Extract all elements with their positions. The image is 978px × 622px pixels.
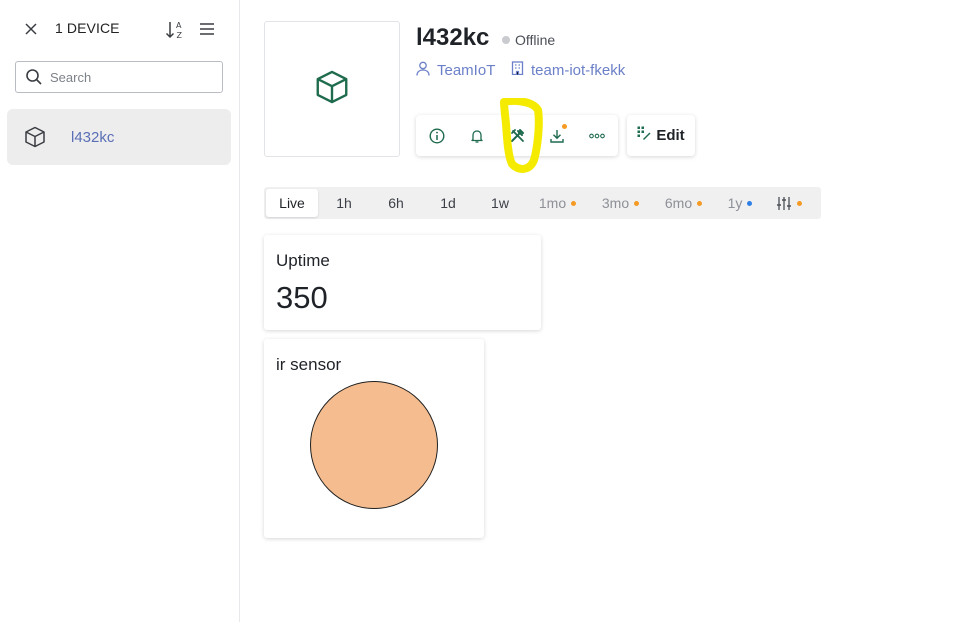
time-range-1w[interactable]: 1w (474, 189, 526, 217)
download-badge (562, 124, 567, 129)
alerts-button[interactable] (457, 115, 497, 156)
sidebar-header: 1 DEVICE A Z (0, 0, 240, 58)
widget-title: Uptime (276, 251, 330, 270)
search-box[interactable] (15, 61, 223, 93)
info-button[interactable] (417, 115, 457, 156)
status-badge: Offline (502, 32, 555, 48)
owner-label: TeamIoT (437, 62, 496, 79)
close-icon[interactable] (18, 16, 44, 42)
uptime-value: 350 (276, 280, 328, 315)
team-label: team-iot-fkekk (531, 61, 626, 79)
time-range-6h[interactable]: 6h (370, 189, 422, 217)
status-dot (502, 36, 510, 44)
user-icon (416, 61, 430, 80)
download-button[interactable] (537, 115, 577, 156)
time-range-1y[interactable]: 1y (715, 189, 765, 217)
tools-icon (510, 129, 524, 142)
sidebar-item-device[interactable]: l432kc (7, 109, 231, 165)
time-range-6mo[interactable]: 6mo (652, 189, 715, 217)
more-icon (589, 133, 605, 138)
time-range-selector: Live 1h 6h 1d 1w 1mo 3mo 6mo 1y (264, 187, 821, 219)
svg-text:A: A (176, 21, 182, 30)
premium-dot (571, 200, 577, 206)
menu-icon[interactable] (194, 16, 220, 42)
sidebar: 1 DEVICE A Z l432kc (0, 0, 240, 622)
premium-dot (634, 200, 640, 206)
time-range-1d[interactable]: 1d (422, 189, 474, 217)
tools-button[interactable] (497, 115, 537, 156)
status-label: Offline (515, 32, 556, 48)
time-range-live[interactable]: Live (266, 189, 318, 217)
edit-label: Edit (656, 127, 685, 144)
device-toolbar (416, 115, 618, 156)
app-root: 1 DEVICE A Z l432kc (0, 0, 978, 622)
owner-link[interactable]: TeamIoT (416, 61, 495, 80)
time-range-1mo-label: 1mo (538, 195, 567, 211)
time-range-6mo-label: 6mo (664, 195, 693, 211)
edit-dashboard-icon (637, 126, 651, 145)
device-thumbnail (264, 21, 400, 157)
sort-az-icon[interactable]: A Z (162, 17, 188, 43)
info-icon (429, 127, 445, 144)
time-range-3mo[interactable]: 3mo (589, 189, 652, 217)
sliders-icon (777, 196, 791, 210)
device-count: 1 DEVICE (55, 20, 120, 36)
premium-dot (797, 200, 802, 206)
sidebar-item-label: l432kc (71, 128, 115, 146)
premium-dot (747, 200, 753, 206)
cube-icon (313, 68, 351, 111)
svg-text:Z: Z (177, 31, 183, 40)
time-range-3mo-label: 3mo (601, 195, 630, 211)
download-icon (550, 129, 564, 143)
search-input[interactable] (50, 69, 210, 85)
page-title: l432kc (416, 24, 490, 51)
time-range-1y-label: 1y (727, 195, 743, 211)
widget-title: ir sensor (276, 355, 342, 374)
time-range-1h[interactable]: 1h (318, 189, 370, 217)
led-indicator (310, 381, 438, 509)
time-range-custom[interactable] (765, 189, 813, 217)
team-link[interactable]: team-iot-fkekk (511, 61, 625, 79)
uptime-widget[interactable]: Uptime 350 (264, 235, 541, 330)
search-icon (25, 68, 43, 86)
more-button[interactable] (577, 115, 617, 156)
premium-dot (697, 200, 703, 206)
cube-icon (23, 125, 47, 149)
bell-icon (471, 129, 483, 143)
building-icon (511, 61, 524, 79)
edit-button[interactable]: Edit (627, 115, 695, 156)
ir-sensor-widget[interactable]: ir sensor (264, 339, 484, 538)
time-range-1mo[interactable]: 1mo (526, 189, 589, 217)
